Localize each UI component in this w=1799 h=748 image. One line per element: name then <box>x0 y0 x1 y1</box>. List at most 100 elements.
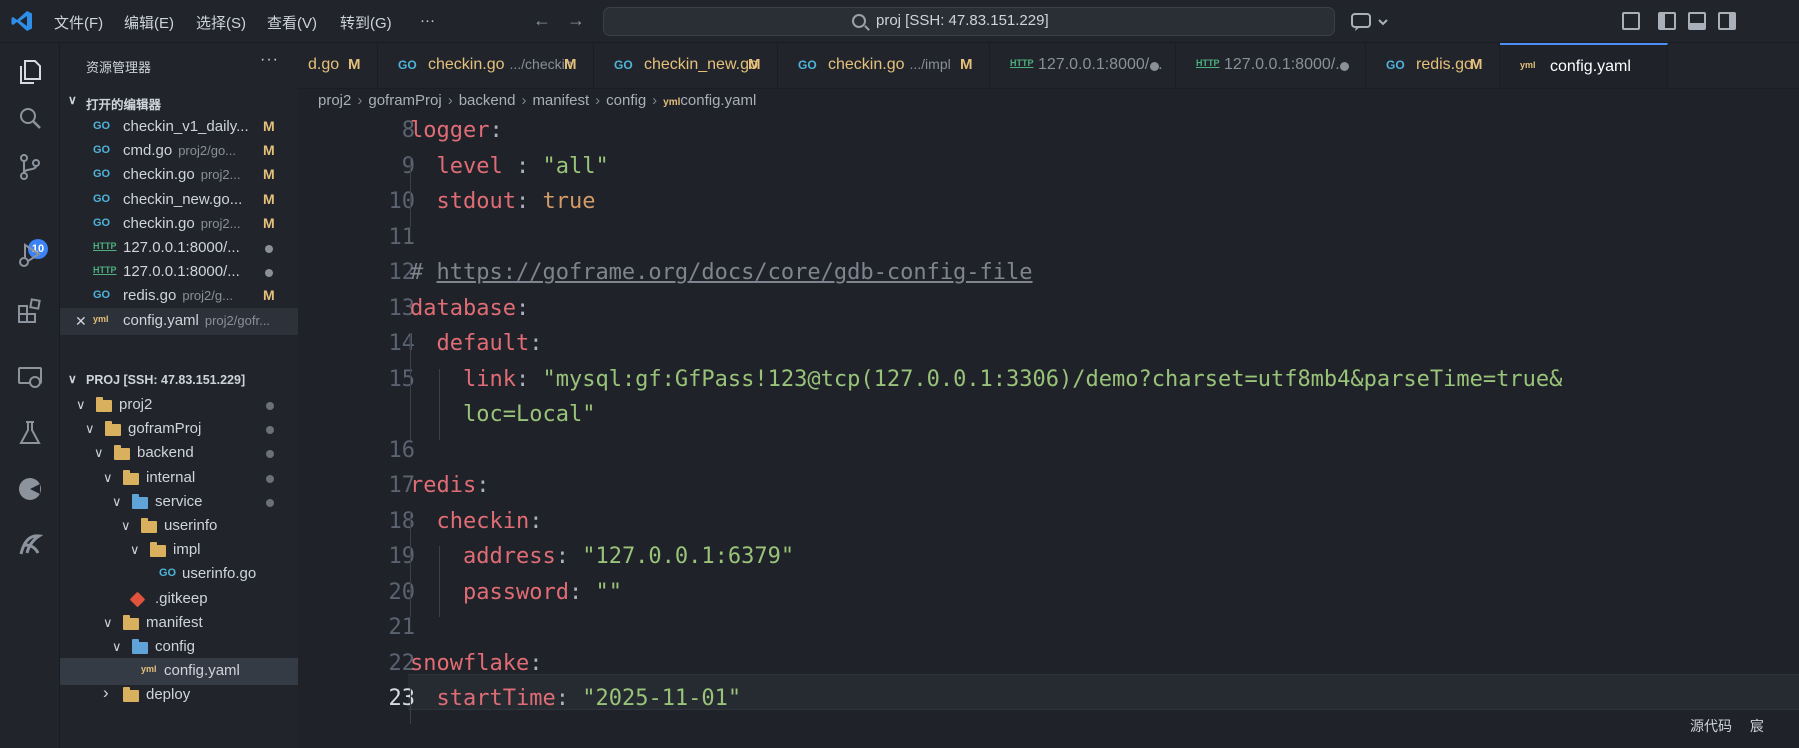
tree-item[interactable]: .gitkeep <box>60 586 298 613</box>
menu-selection[interactable]: 选择(S) <box>196 12 246 33</box>
breadcrumb-item[interactable]: config <box>606 92 646 109</box>
code-line[interactable]: address: "127.0.0.1:6379" <box>410 544 794 569</box>
breadcrumb-item[interactable]: config.yaml <box>680 92 756 109</box>
rest-client-icon[interactable] <box>16 531 44 559</box>
extensions-icon[interactable] <box>16 297 44 325</box>
tree-item[interactable]: ∨ internal <box>60 465 298 492</box>
open-editor-item[interactable]: HTTP 127.0.0.1:8000/... <box>60 259 298 286</box>
code-line[interactable]: level : "all" <box>410 154 609 179</box>
menu-more[interactable]: ··· <box>420 12 435 29</box>
line-number: 22 <box>388 650 416 676</box>
project-header[interactable]: ∨ PROJ [SSH: 47.83.151.229] <box>60 368 298 392</box>
tab-3[interactable]: GO checkin_new.go M <box>594 43 778 88</box>
indent-guide <box>410 155 411 227</box>
toggle-sidebar-icon[interactable] <box>1658 12 1676 30</box>
open-editor-item[interactable]: HTTP 127.0.0.1:8000/... <box>60 235 298 262</box>
tree-item[interactable]: ∨ impl <box>60 537 298 564</box>
breadcrumb-item[interactable]: goframProj <box>368 92 441 109</box>
chevron-down-icon[interactable]: ∨ <box>121 518 131 534</box>
open-editor-item[interactable]: GO cmd.go proj2/go... M <box>60 138 298 165</box>
tree-item[interactable]: yml config.yaml <box>60 658 298 686</box>
menu-edit[interactable]: 编辑(E) <box>124 12 174 33</box>
go-file-icon: GO <box>93 168 111 181</box>
code-token[interactable]: https://goframe.org/docs/core/gdb-config… <box>437 260 1033 285</box>
breadcrumb-item[interactable]: backend <box>459 92 516 109</box>
unsaved-dot-icon[interactable] <box>1150 62 1159 71</box>
layout-customize-icon[interactable] <box>1622 12 1640 30</box>
status-user[interactable]: 宸 <box>1750 718 1764 734</box>
code-line[interactable]: snowflake: <box>410 651 542 676</box>
code-line[interactable]: default: <box>410 331 543 356</box>
forward-arrow-icon[interactable]: → <box>567 10 585 31</box>
testing-icon[interactable] <box>16 419 44 447</box>
open-editor-item[interactable]: GO redis.go proj2/g... M <box>60 283 298 310</box>
indent-guide <box>410 688 411 724</box>
code-line[interactable]: startTime: "2025-11-01" <box>410 686 742 711</box>
tree-item[interactable]: ∨ goframProj <box>60 416 298 443</box>
run-debug-icon[interactable] <box>16 241 44 269</box>
source-control-icon[interactable] <box>16 153 44 181</box>
back-arrow-icon[interactable]: ← <box>533 10 551 31</box>
more-actions-icon[interactable]: ··· <box>260 51 279 69</box>
tree-item[interactable]: ∨ manifest <box>60 610 298 637</box>
code-line[interactable]: loc=Local" <box>410 402 595 427</box>
tab-4[interactable]: GO checkin.go .../impl M <box>778 43 990 88</box>
code-line[interactable]: logger: <box>410 118 503 143</box>
tree-item[interactable]: ∨ backend <box>60 440 298 467</box>
tab-8[interactable]: yml config.yaml <box>1500 43 1668 88</box>
code-editor[interactable]: 8 logger: 9 level : "all" 10 stdout: true 11… <box>298 118 1799 724</box>
breadcrumb-item[interactable]: proj2 <box>318 92 351 109</box>
chevron-down-icon[interactable]: ∨ <box>103 615 113 631</box>
explorer-icon[interactable] <box>16 58 44 86</box>
tab-5[interactable]: HTTP 127.0.0.1:8000/... <box>990 43 1176 88</box>
chevron-down-icon[interactable]: ∨ <box>94 445 104 461</box>
menu-file[interactable]: 文件(F) <box>54 12 103 33</box>
open-editor-item[interactable]: GO checkin_v1_daily... M <box>60 114 298 141</box>
chevron-down-icon[interactable]: ∨ <box>112 639 122 655</box>
toggle-panel-icon[interactable] <box>1688 12 1706 30</box>
tree-item[interactable]: ∨ userinfo <box>60 513 298 540</box>
open-editor-item[interactable]: ✕ yml config.yaml proj2/gofr... <box>60 307 298 335</box>
tab-2[interactable]: GO checkin.go .../checkin M <box>378 43 594 88</box>
tree-item[interactable]: › deploy <box>60 682 298 709</box>
tab-6[interactable]: HTTP 127.0.0.1:8000/... <box>1176 43 1366 88</box>
copilot-icon[interactable] <box>1350 12 1390 32</box>
chevron-down-icon[interactable]: ∨ <box>112 494 122 510</box>
http-file-icon: HTTP <box>93 265 117 276</box>
search-icon[interactable] <box>16 105 44 133</box>
code-line[interactable]: link: "mysql:gf:GfPass!123@tcp(127.0.0.1… <box>410 367 1562 392</box>
remote-explorer-icon[interactable] <box>16 363 44 391</box>
chevron-down-icon[interactable]: ∨ <box>103 470 113 486</box>
open-editor-item[interactable]: GO checkin_new.go... M <box>60 187 298 214</box>
close-icon[interactable]: ✕ <box>75 313 87 330</box>
toggle-secondary-sidebar-icon[interactable] <box>1718 12 1736 30</box>
chevron-down-icon[interactable]: ∨ <box>85 421 95 437</box>
chevron-down-icon[interactable]: ∨ <box>76 397 86 413</box>
code-line[interactable]: checkin: <box>410 509 543 534</box>
chevron-down-icon[interactable]: ∨ <box>130 542 140 558</box>
menu-go[interactable]: 转到(G) <box>340 12 392 33</box>
tree-item[interactable]: ∨ config <box>60 634 298 661</box>
code-line[interactable]: database: <box>410 296 529 321</box>
code-line[interactable]: # https://goframe.org/docs/core/gdb-conf… <box>410 260 1033 285</box>
breadcrumb-item[interactable]: manifest <box>532 92 589 109</box>
chevron-right-icon[interactable]: › <box>103 683 109 703</box>
open-editors-header[interactable]: ∨ 打开的编辑器 <box>60 89 298 113</box>
unsaved-dot-icon[interactable] <box>1340 62 1349 71</box>
tree-item[interactable]: GO userinfo.go <box>60 561 298 588</box>
tree-item[interactable]: ∨ service <box>60 489 298 516</box>
status-source-control[interactable]: 源代码 <box>1690 718 1732 734</box>
tab-label: checkin.go <box>828 56 905 73</box>
open-editor-item[interactable]: GO checkin.go proj2... M <box>60 162 298 189</box>
code-line[interactable]: password: "" <box>410 580 622 605</box>
tab-7[interactable]: GO redis.go M <box>1366 43 1500 88</box>
code-line[interactable]: stdout: true <box>410 189 596 214</box>
tree-item[interactable]: ∨ proj2 <box>60 392 298 419</box>
open-editor-item[interactable]: GO checkin.go proj2... M <box>60 211 298 238</box>
go-extension-icon[interactable] <box>16 475 44 503</box>
tab-1[interactable]: d.go M <box>298 43 378 88</box>
menu-view[interactable]: 查看(V) <box>267 12 317 33</box>
code-line[interactable]: redis: <box>410 473 489 498</box>
command-center-search[interactable]: proj [SSH: 47.83.151.229] <box>603 7 1335 36</box>
file-name: config.yaml <box>123 311 199 329</box>
